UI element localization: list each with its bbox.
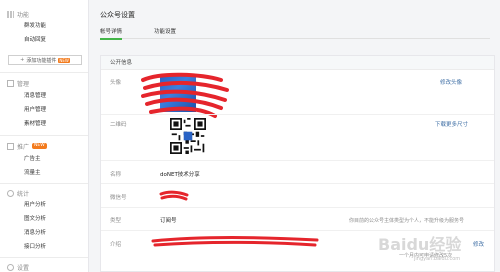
add-plugin-button[interactable]: + 添加功能插件 NEW xyxy=(8,55,82,65)
sidebar-item-user-analysis[interactable]: 用户分析 xyxy=(24,201,46,209)
row-divider xyxy=(101,114,494,115)
redaction-scribble xyxy=(159,190,189,201)
sidebar-item-api-analysis[interactable]: 接口分析 xyxy=(24,243,46,251)
new-badge: NEW xyxy=(32,143,47,149)
qrcode-image xyxy=(170,118,206,154)
panel-heading: 公开信息 xyxy=(101,56,494,70)
sidebar-section-title: 统计 xyxy=(17,190,30,198)
manage-icon xyxy=(7,79,14,87)
sidebar-section-manage[interactable]: 管理 xyxy=(7,78,29,88)
sidebar-section-promotion[interactable]: 推广 NEW xyxy=(7,141,47,151)
sidebar-section-settings[interactable]: 设置 xyxy=(7,262,29,272)
new-badge: NEW xyxy=(58,57,70,63)
tab-bar: 帐号详情 功能设置 xyxy=(100,24,490,40)
sidebar-section-title: 推广 xyxy=(17,143,30,151)
page-title: 公众号设置 xyxy=(100,11,135,19)
sidebar-item-advertiser[interactable]: 广告主 xyxy=(24,155,41,163)
settings-icon xyxy=(7,263,14,271)
intro-label: 介绍 xyxy=(110,242,122,248)
sidebar-item-article-analysis[interactable]: 图文分析 xyxy=(24,215,46,223)
sidebar-section-function[interactable]: 功能 xyxy=(7,9,29,19)
sidebar-item-mass-send[interactable]: 群发功能 xyxy=(24,22,46,30)
divider xyxy=(0,72,88,73)
sidebar-item-messages[interactable]: 消息管理 xyxy=(24,92,46,100)
redaction-scribble xyxy=(151,236,319,247)
sidebar-section-stats[interactable]: 统计 xyxy=(7,188,29,198)
download-sizes-link[interactable]: 下载更多尺寸 xyxy=(435,120,468,128)
sidebar-item-message-analysis[interactable]: 消息分析 xyxy=(24,229,46,237)
sidebar-item-publisher[interactable]: 流量主 xyxy=(24,169,41,177)
avatar-label: 头像 xyxy=(110,80,122,86)
qrcode-label: 二维码 xyxy=(110,122,127,128)
divider xyxy=(0,135,88,136)
sidebar-section-title: 管理 xyxy=(17,80,30,88)
sidebar-item-auto-reply[interactable]: 自动回复 xyxy=(24,36,46,44)
sidebar-section-title: 功能 xyxy=(17,11,30,19)
tab-account-details[interactable]: 帐号详情 xyxy=(100,27,123,40)
function-icon xyxy=(7,10,14,18)
row-divider xyxy=(101,160,494,161)
wechat-id-label: 微信号 xyxy=(110,195,127,201)
name-label: 名称 xyxy=(110,172,122,178)
stats-icon xyxy=(7,189,14,197)
watermark-text: Baidu经验 xyxy=(378,235,462,254)
tab-function-settings[interactable]: 功能设置 xyxy=(154,27,176,35)
row-divider xyxy=(101,207,494,208)
sidebar-item-materials[interactable]: 素材管理 xyxy=(24,120,46,128)
row-divider xyxy=(101,183,494,184)
baidu-watermark: Baidu经验 jingyan.baidu.com xyxy=(378,235,462,262)
type-hint: 你目前的公众号主体类型为个人，不能升级为服务号 xyxy=(349,218,465,224)
divider xyxy=(0,257,88,258)
account-type: 订阅号 xyxy=(160,218,177,224)
watermark-url: jingyan.baidu.com xyxy=(413,256,460,262)
account-name: doNET技术分享 xyxy=(160,172,200,178)
promotion-icon xyxy=(7,142,14,150)
sidebar-section-title: 设置 xyxy=(17,264,30,272)
redaction-scribble xyxy=(141,72,229,118)
type-label: 类型 xyxy=(110,218,122,224)
plus-icon: + xyxy=(20,57,25,63)
change-avatar-link[interactable]: 修改头像 xyxy=(440,78,462,86)
sidebar: 功能 群发功能 自动回复 + 添加功能插件 NEW 管理 消息管理 用户管理 素… xyxy=(0,0,89,272)
divider xyxy=(0,183,88,184)
sidebar-item-users[interactable]: 用户管理 xyxy=(24,106,46,114)
